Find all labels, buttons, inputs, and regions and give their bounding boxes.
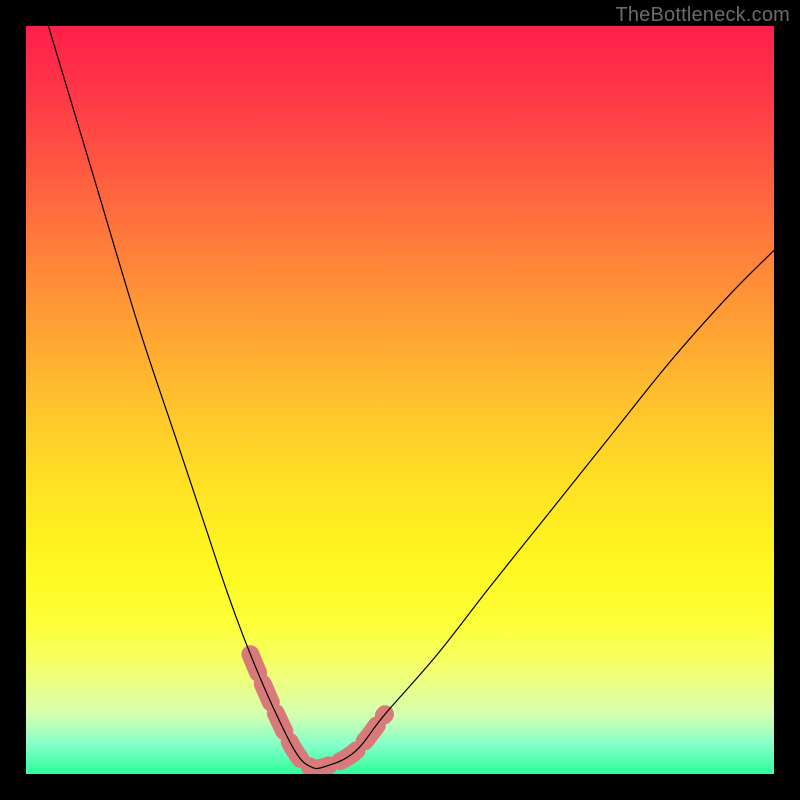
watermark-text: TheBottleneck.com: [615, 4, 790, 27]
valley-highlight: [250, 654, 385, 768]
chart-frame: TheBottleneck.com: [0, 0, 800, 800]
bottleneck-curve: [48, 26, 774, 769]
plot-area: [26, 26, 774, 774]
curve-layer: [26, 26, 774, 774]
